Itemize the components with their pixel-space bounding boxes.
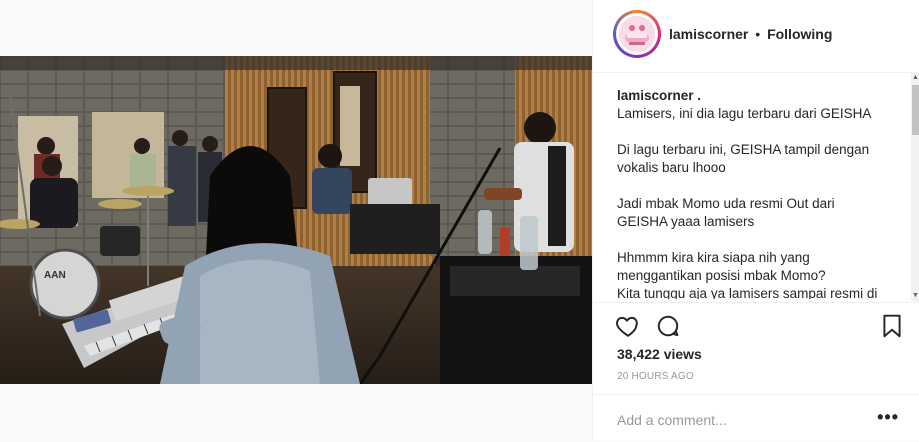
caption-paragraph: Di lagu terbaru ini, GEISHA tampil denga… <box>617 142 870 175</box>
action-bar <box>593 302 919 345</box>
scroll-thumb[interactable] <box>912 85 919 135</box>
scroll-up-arrow-icon[interactable]: ▲ <box>911 73 919 83</box>
caption-scrollbar[interactable]: ▲ ▼ <box>911 73 919 301</box>
view-count[interactable]: 38,422 views <box>617 346 702 362</box>
scroll-down-arrow-icon[interactable]: ▼ <box>911 291 919 301</box>
post-detail-panel: lamiscorner • Following lamiscorner . La… <box>592 0 919 441</box>
caption-paragraph: Jadi mbak Momo uda resmi Out dari GEISHA… <box>617 196 835 229</box>
cake-logo-icon <box>619 16 655 52</box>
caption-username[interactable]: lamiscorner . <box>617 87 902 105</box>
following-button[interactable]: Following <box>767 26 832 42</box>
separator-dot: • <box>755 26 761 42</box>
rehearsal-video-frame: AAN <box>0 56 592 384</box>
comment-input[interactable] <box>615 407 869 433</box>
username-link[interactable]: lamiscorner <box>669 26 748 42</box>
avatar-image <box>619 16 655 52</box>
post-video[interactable]: AAN <box>0 56 592 384</box>
comment-bar: ••• <box>593 394 919 442</box>
post-header: lamiscorner • Following <box>593 0 919 73</box>
caption-area: lamiscorner . Lamisers, ini dia lagu ter… <box>617 87 902 299</box>
avatar[interactable] <box>613 10 661 58</box>
post-timestamp[interactable]: 20 HOURS AGO <box>617 371 694 382</box>
caption-paragraph: Lamisers, ini dia lagu terbaru dari GEIS… <box>617 106 872 121</box>
comment-bubble-icon[interactable] <box>655 313 681 339</box>
bookmark-icon[interactable] <box>879 313 905 339</box>
caption-paragraph: Hhmmm kira kira siapa nih yang mengganti… <box>617 250 878 299</box>
more-options-icon[interactable]: ••• <box>877 407 899 428</box>
heart-icon[interactable] <box>615 313 641 339</box>
avatar-ring-gap <box>616 13 658 55</box>
header-text: lamiscorner • Following <box>669 26 832 42</box>
